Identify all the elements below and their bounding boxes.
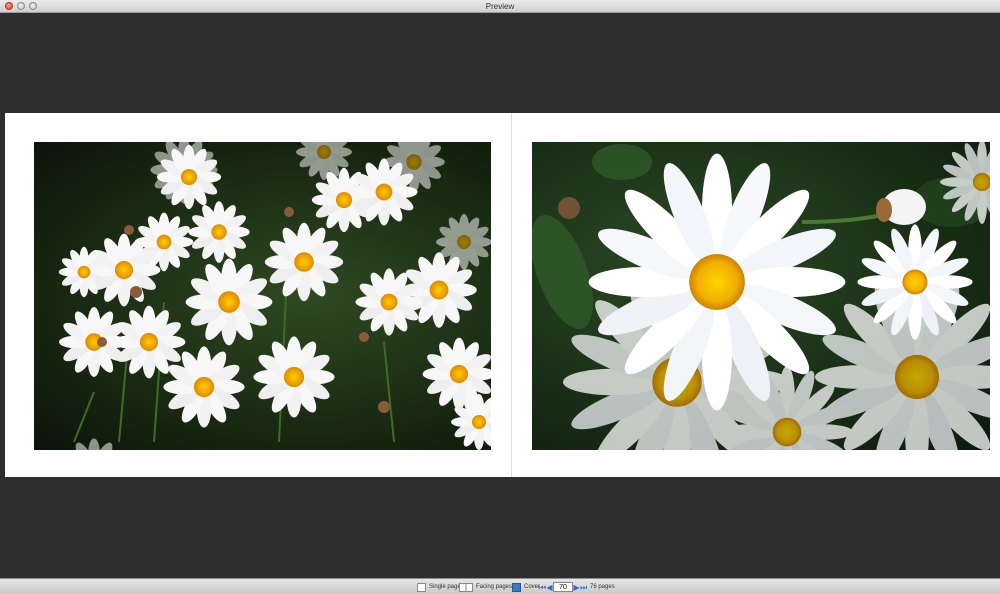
bottom-toolbar: Single page Facing pages Cover ⏮ ◀ ▶ ⏭ 7… bbox=[0, 578, 1000, 594]
cover-label: Cover bbox=[524, 584, 541, 590]
play-back-icon[interactable]: ◀ bbox=[546, 583, 553, 592]
skip-last-icon[interactable]: ⏭ bbox=[580, 583, 587, 592]
daisy-closeup-image bbox=[532, 142, 990, 450]
total-pages-label: 76 pages bbox=[590, 584, 615, 590]
page-number-input[interactable] bbox=[553, 582, 573, 592]
window-title: Preview bbox=[485, 2, 515, 11]
page-spread bbox=[5, 113, 1000, 477]
cover-option[interactable]: Cover bbox=[512, 582, 540, 592]
cover-icon bbox=[512, 582, 521, 592]
facing-pages-label: Facing pages bbox=[476, 584, 513, 590]
left-page-photo bbox=[34, 142, 491, 450]
daisy-field-image bbox=[58, 142, 491, 450]
skip-first-icon[interactable]: ⏮ bbox=[539, 583, 546, 592]
single-page-label: Single page bbox=[429, 584, 461, 590]
single-page-icon bbox=[417, 582, 426, 592]
preview-viewer[interactable] bbox=[0, 13, 1000, 578]
page-fold-divider bbox=[511, 113, 512, 477]
page-navigation: ⏮ ◀ ▶ ⏭ 76 pages bbox=[539, 582, 615, 592]
facing-pages-icon bbox=[459, 582, 473, 592]
right-page-photo bbox=[532, 142, 990, 450]
play-forward-icon[interactable]: ▶ bbox=[573, 583, 580, 592]
facing-pages-option[interactable]: Facing pages bbox=[459, 582, 512, 592]
single-page-option[interactable]: Single page bbox=[417, 582, 461, 592]
title-bar: Preview bbox=[0, 0, 1000, 13]
